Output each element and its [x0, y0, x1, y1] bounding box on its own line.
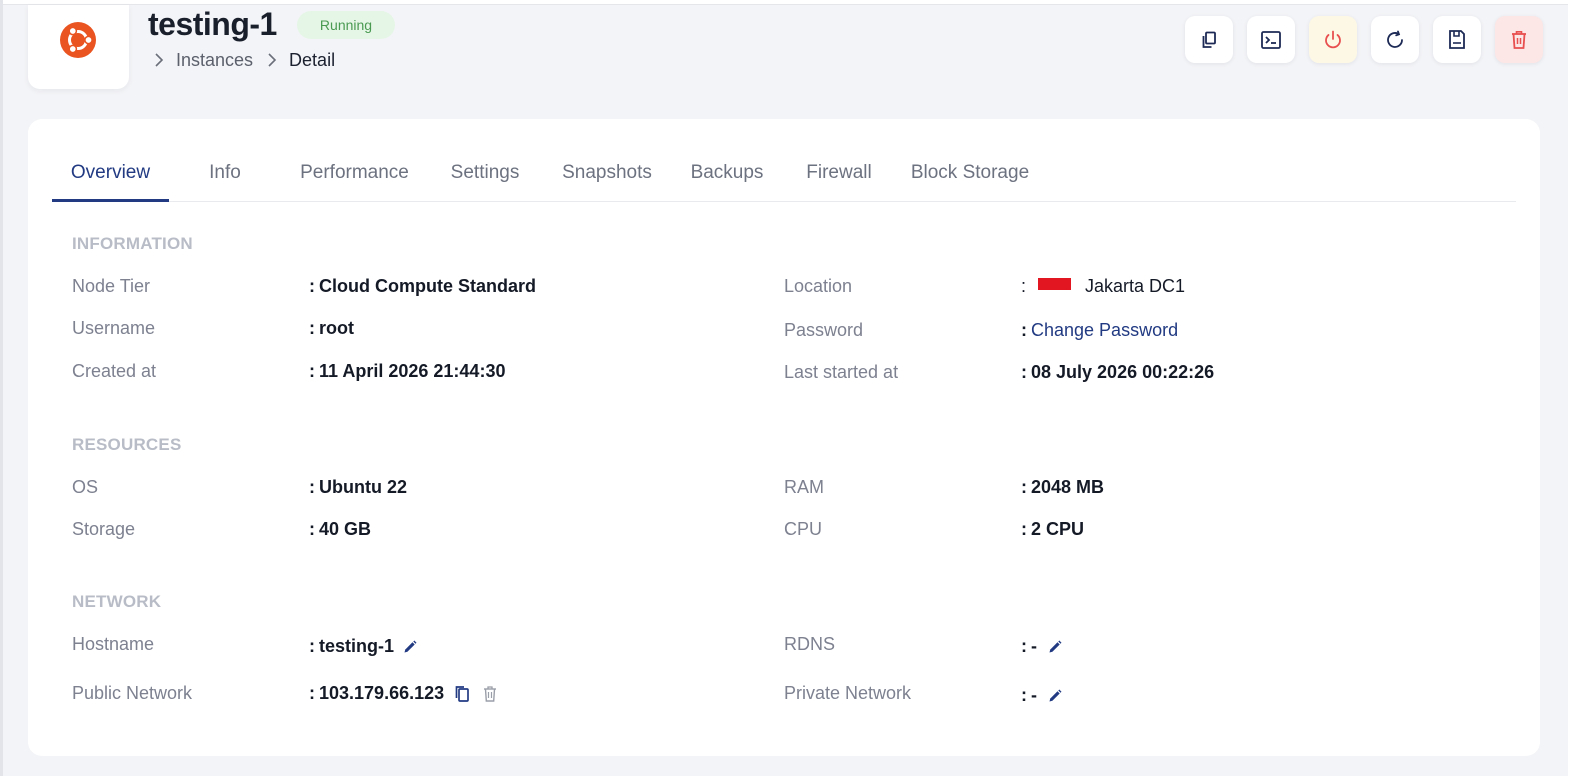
section-title-resources: RESOURCES — [72, 435, 182, 454]
label-location: Location — [784, 276, 853, 296]
label-node-tier: Node Tier — [72, 276, 151, 296]
value-location: : Jakarta DC1 — [1021, 276, 1186, 296]
label-username: Username — [72, 318, 156, 338]
value-ram: :2048 MB — [1021, 477, 1105, 497]
value-public-network: :103.179.66.123 — [309, 683, 498, 704]
value-hostname: : testing-1 — [309, 636, 418, 657]
label-rdns: RDNS — [784, 634, 836, 654]
breadcrumb-instances-link[interactable]: Instances — [176, 50, 253, 71]
trash-icon[interactable] — [482, 685, 498, 703]
value-created-at: :11 April 2026 21:44:30 — [309, 361, 506, 381]
value-rdns: :- — [1021, 636, 1063, 657]
console-button[interactable] — [1247, 16, 1295, 63]
terminal-icon — [1261, 30, 1281, 49]
ubuntu-logo-icon — [59, 22, 96, 58]
instance-actions — [1185, 16, 1543, 63]
tab-snapshots[interactable]: Snapshots — [557, 153, 657, 202]
label-password: Password — [784, 320, 864, 340]
value-private-network: :- — [1021, 685, 1063, 706]
label-ram: RAM — [784, 477, 824, 497]
value-password: : Change Password — [1021, 320, 1179, 341]
tab-firewall[interactable]: Firewall — [799, 153, 879, 202]
value-cpu: :2 CPU — [1021, 519, 1085, 539]
section-title-information: INFORMATION — [72, 234, 193, 253]
value-last-started-at: :08 July 2026 00:22:26 — [1021, 362, 1215, 382]
tab-bar: Overview Info Performance Settings Snaps… — [52, 153, 1516, 202]
tab-settings[interactable]: Settings — [444, 153, 526, 202]
snapshot-button[interactable] — [1433, 16, 1481, 63]
label-cpu: CPU — [784, 519, 823, 539]
label-last-started-at: Last started at — [784, 362, 899, 382]
status-badge: Running — [297, 11, 395, 39]
copy-instance-button[interactable] — [1185, 16, 1233, 63]
label-hostname: Hostname — [72, 634, 155, 654]
value-storage: :40 GB — [309, 519, 372, 539]
power-icon — [1325, 30, 1341, 48]
tab-overview[interactable]: Overview — [52, 153, 169, 202]
value-node-tier: : Cloud Compute Standard — [309, 276, 536, 296]
breadcrumb-current: Detail — [289, 49, 336, 70]
delete-button[interactable] — [1495, 16, 1543, 63]
page-title: testing-1 — [148, 6, 277, 42]
tab-block-storage[interactable]: Block Storage — [908, 153, 1032, 202]
value-os: : Ubuntu 22 — [309, 477, 407, 497]
save-icon — [1449, 29, 1465, 49]
edit-hostname-icon[interactable] — [402, 639, 418, 655]
window-right-edge — [1568, 0, 1596, 776]
label-public-network: Public Network — [72, 683, 193, 703]
trash-icon — [1512, 30, 1526, 49]
label-storage: Storage — [72, 519, 136, 539]
tab-info[interactable]: Info — [200, 153, 250, 202]
label-private-network: Private Network — [784, 683, 912, 703]
window-left-edge — [0, 0, 3, 776]
breadcrumb: Instances Detail — [154, 48, 335, 72]
value-username: : root — [309, 318, 354, 338]
edit-rdns-icon[interactable] — [1047, 639, 1063, 655]
os-logo — [28, 5, 129, 89]
power-button[interactable] — [1309, 16, 1357, 63]
instance-detail-card: Overview Info Performance Settings Snaps… — [28, 119, 1540, 756]
restart-button[interactable] — [1371, 16, 1419, 63]
label-created-at: Created at — [72, 361, 157, 381]
edit-private-network-icon[interactable] — [1047, 688, 1063, 704]
refresh-icon — [1387, 30, 1403, 48]
tab-performance[interactable]: Performance — [292, 153, 417, 202]
indonesia-flag-icon — [1038, 277, 1072, 290]
chevron-right-icon — [154, 53, 176, 67]
copy-icon — [1202, 31, 1216, 48]
tab-backups[interactable]: Backups — [687, 153, 767, 202]
section-title-network: NETWORK — [72, 592, 162, 611]
label-os: OS — [72, 477, 99, 497]
chevron-right-icon — [267, 53, 289, 67]
copy-ip-icon[interactable] — [454, 685, 470, 703]
change-password-link[interactable]: Change Password — [1031, 320, 1178, 341]
